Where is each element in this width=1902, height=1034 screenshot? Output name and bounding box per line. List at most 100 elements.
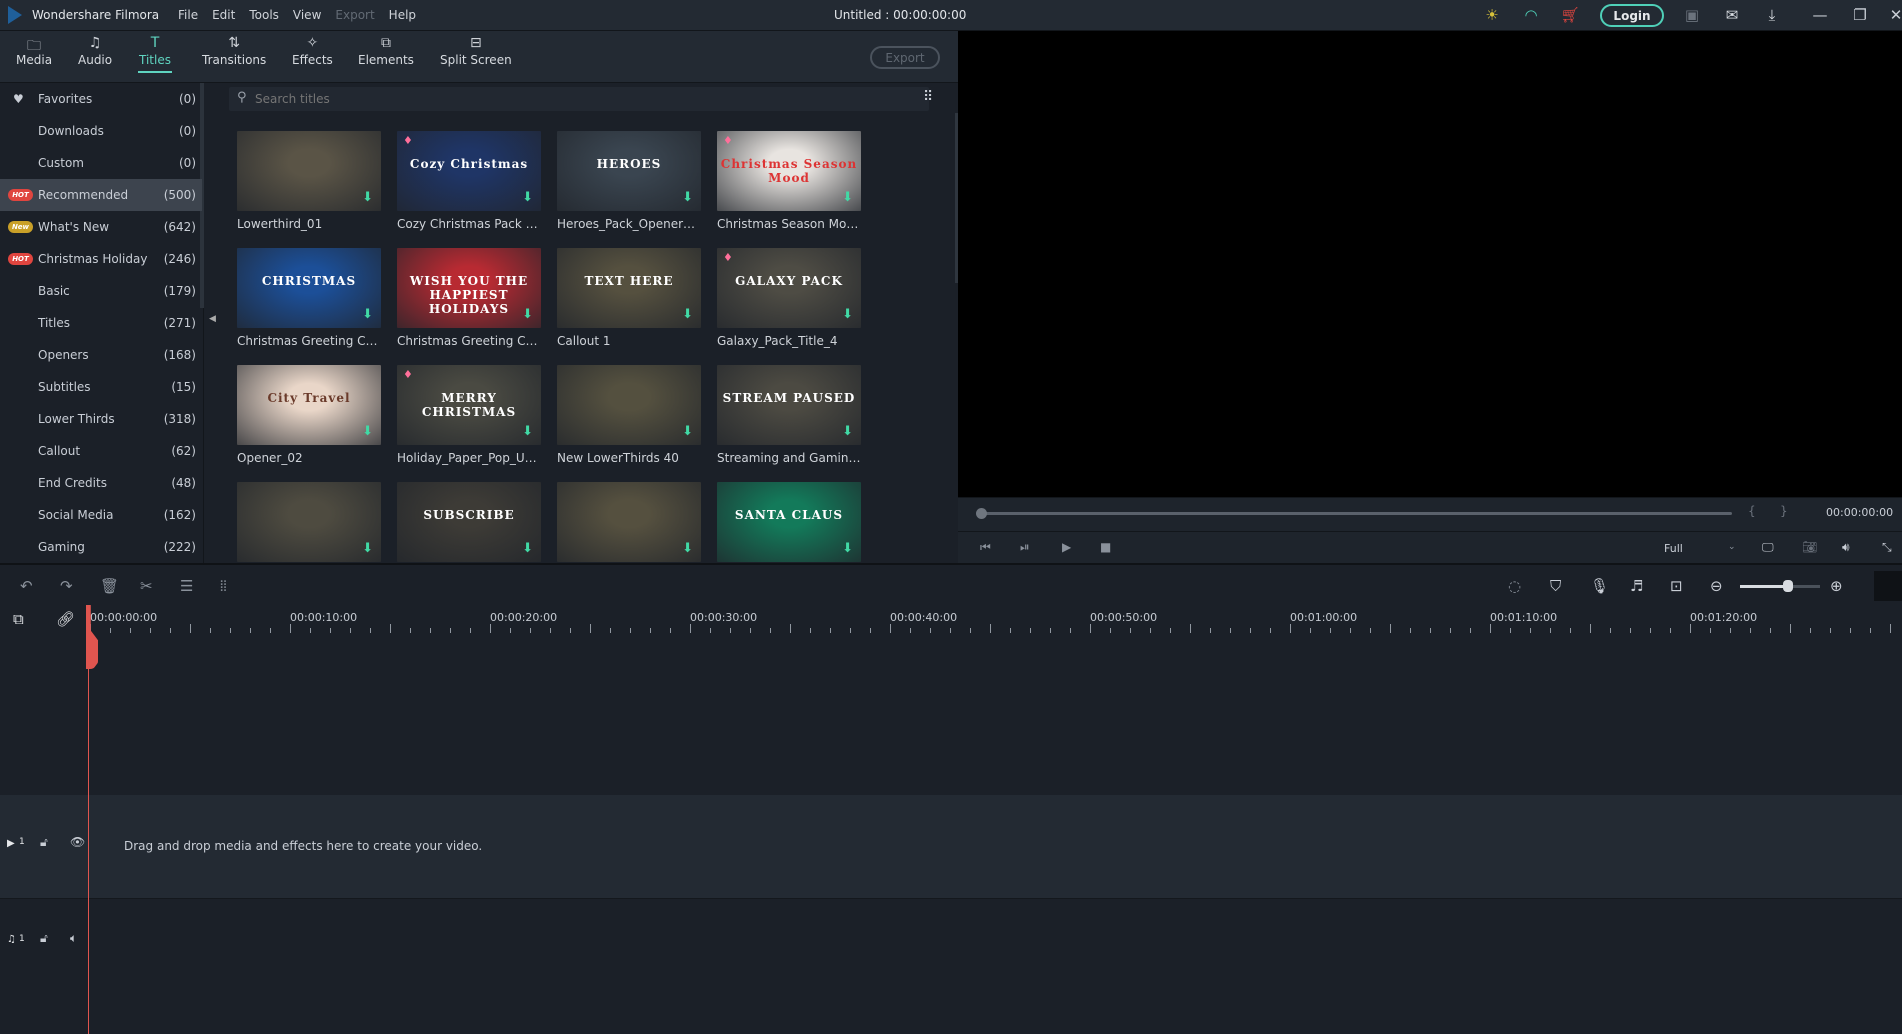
tab-audio[interactable]: ♫ Audio (78, 35, 112, 67)
save-icon[interactable]: ▣ (1682, 6, 1702, 24)
title-thumbnail[interactable]: TEXT HERE ⬇ (557, 248, 701, 328)
lightbulb-icon[interactable]: ☀ (1482, 6, 1502, 24)
title-card[interactable]: City Travel ⬇ Opener_02 (237, 365, 381, 465)
download-icon[interactable]: ⬇ (682, 541, 693, 556)
adjust-icon[interactable]: ☰ (180, 577, 193, 595)
audio-track[interactable]: ♫ 1 🔓︎ 🔈︎ (0, 898, 1902, 968)
marker-icon[interactable]: ⛉ (1550, 577, 1561, 595)
title-card[interactable]: Christmas Season Mood ♦ ⬇ Christmas Season … (717, 131, 861, 231)
download-icon[interactable]: ⬇ (362, 541, 373, 556)
title-thumbnail[interactable]: GALAXY PACK ♦ ⬇ (717, 248, 861, 328)
title-card[interactable]: Cozy Christmas ♦ ⬇ Cozy Christmas Pack Op..… (397, 131, 541, 231)
menu-tools[interactable]: Tools (249, 8, 279, 22)
tab-titles[interactable]: T Titles (138, 35, 172, 73)
title-card[interactable]: CHRISTMAS ⬇ Christmas Greeting Card... (237, 248, 381, 348)
download-icon[interactable]: ⬇ (842, 307, 853, 322)
search-box[interactable]: ⚲ (229, 87, 929, 111)
download-icon[interactable]: ⬇ (522, 424, 533, 439)
menu-export[interactable]: Export (335, 8, 374, 22)
download-icon[interactable]: ⬇ (842, 190, 853, 205)
minimize-icon[interactable]: — (1810, 6, 1830, 24)
mail-icon[interactable]: ✉ (1722, 6, 1742, 24)
title-card[interactable]: ⬇ Lowerthird_01 (237, 131, 381, 231)
sidebar-item-favorites[interactable]: ♥ Favorites (0) (0, 83, 202, 115)
sidebar-item-social-media[interactable]: Social Media (162) (0, 499, 202, 531)
title-card[interactable]: GALAXY PACK ♦ ⬇ Galaxy_Pack_Title_4 (717, 248, 861, 348)
sidebar-item-basic[interactable]: Basic (179) (0, 275, 202, 307)
undo-icon[interactable]: ↶ (20, 577, 33, 595)
play-icon[interactable]: ▶ (1062, 540, 1071, 554)
timeline-zoom-slider[interactable] (1740, 585, 1820, 588)
zoom-in-icon[interactable]: ⊕ (1830, 577, 1843, 595)
sidebar-item-downloads[interactable]: Downloads (0) (0, 115, 202, 147)
login-button[interactable]: Login (1600, 4, 1664, 27)
download-icon[interactable]: ⬇ (682, 190, 693, 205)
add-track-icon[interactable]: ⧉ (13, 610, 24, 628)
mark-in-icon[interactable]: { (1748, 504, 1756, 518)
download-icon[interactable]: ⬇ (362, 190, 373, 205)
sidebar-item-lower-thirds[interactable]: Lower Thirds (318) (0, 403, 202, 435)
title-thumbnail[interactable]: HEROES ⬇ (557, 131, 701, 211)
restore-icon[interactable]: ❐ (1850, 6, 1870, 24)
timeline-ruler[interactable]: 00:00:00:00 00:00:10:00 00:00:20:00 00:00:3… (0, 608, 1902, 638)
title-card[interactable]: MERRY CHRISTMAS ♦ ⬇ Holiday_Paper_Pop_Up_..… (397, 365, 541, 465)
cut-icon[interactable]: ✂ (140, 577, 153, 595)
title-thumbnail[interactable]: CHRISTMAS ⬇ (237, 248, 381, 328)
download-icon[interactable]: ⬇ (362, 424, 373, 439)
title-thumbnail[interactable]: ⬇ (557, 365, 701, 445)
previous-frame-icon[interactable]: ⏮︎ (980, 540, 991, 555)
sidebar-item-callout[interactable]: Callout (62) (0, 435, 202, 467)
display-icon[interactable]: 🖵︎ (1762, 540, 1774, 555)
audio-mixer-icon[interactable]: ♬ (1630, 577, 1643, 595)
sidebar-item-end-credits[interactable]: End Credits (48) (0, 467, 202, 499)
search-input[interactable] (255, 90, 915, 108)
title-thumbnail[interactable]: Cozy Christmas ♦ ⬇ (397, 131, 541, 211)
close-icon[interactable]: ✕ (1886, 6, 1902, 24)
title-thumbnail[interactable]: ⬇ (237, 482, 381, 562)
title-thumbnail[interactable]: STREAM PAUSED ⬇ (717, 365, 861, 445)
preview-progress-slider[interactable] (980, 512, 1732, 515)
sidebar-item-titles[interactable]: Titles (271) (0, 307, 202, 339)
download-icon[interactable]: ⬇ (682, 307, 693, 322)
playhead[interactable] (88, 605, 89, 1034)
title-thumbnail[interactable]: ⬇ (557, 482, 701, 562)
grid-view-icon[interactable]: ⠿ (923, 89, 933, 105)
sidebar-item-custom[interactable]: Custom (0) (0, 147, 202, 179)
menu-help[interactable]: Help (389, 8, 416, 22)
sidebar-item-openers[interactable]: Openers (168) (0, 339, 202, 371)
chevron-down-icon[interactable]: ⌄ (1728, 542, 1736, 552)
export-button[interactable]: Export (870, 46, 940, 69)
sidebar-item-gaming[interactable]: Gaming (222) (0, 531, 202, 563)
download-icon[interactable]: ⬇ (842, 424, 853, 439)
tab-elements[interactable]: ⧉ Elements (358, 35, 414, 67)
link-icon[interactable]: 🔗︎ (56, 610, 75, 628)
sidebar-item-subtitles[interactable]: Subtitles (15) (0, 371, 202, 403)
support-headset-icon[interactable]: ◠ (1521, 6, 1541, 24)
download-icon[interactable]: ⤓ (1762, 6, 1782, 24)
sidebar-item-what-s-new[interactable]: New What's New (642) (0, 211, 202, 243)
download-icon[interactable]: ⬇ (522, 190, 533, 205)
title-card[interactable]: ⬇ New LowerThirds 40 (557, 365, 701, 465)
title-card[interactable]: ⬇ (557, 482, 701, 562)
title-thumbnail[interactable]: MERRY CHRISTMAS ♦ ⬇ (397, 365, 541, 445)
speaker-icon[interactable]: 🔈︎ (70, 931, 77, 946)
quality-select[interactable]: Full (1664, 542, 1683, 555)
sidebar-item-christmas-holiday[interactable]: HOT Christmas Holiday (246) (0, 243, 202, 275)
download-icon[interactable]: ⬇ (682, 424, 693, 439)
title-card[interactable]: WISH YOU THE HAPPIEST HOLIDAYS ⬇ Christmas… (397, 248, 541, 348)
audio-wave-icon[interactable]: ⦙⦙ (220, 577, 227, 595)
render-icon[interactable]: ◌ (1508, 577, 1521, 595)
mark-out-icon[interactable]: } (1780, 504, 1788, 518)
download-icon[interactable]: ⬇ (842, 541, 853, 556)
download-icon[interactable]: ⬇ (522, 541, 533, 556)
redo-icon[interactable]: ↷ (60, 577, 73, 595)
cart-icon[interactable]: 🛒︎ (1560, 6, 1580, 24)
zoom-slider-handle[interactable] (1783, 580, 1793, 592)
menu-file[interactable]: File (178, 8, 198, 22)
title-card[interactable]: ⬇ (237, 482, 381, 562)
title-card[interactable]: STREAM PAUSED ⬇ Streaming and Gaming ... (717, 365, 861, 465)
download-icon[interactable]: ⬇ (362, 307, 373, 322)
title-thumbnail[interactable]: ⬇ (237, 131, 381, 211)
title-thumbnail[interactable]: WISH YOU THE HAPPIEST HOLIDAYS ⬇ (397, 248, 541, 328)
microphone-icon[interactable]: 🎙︎ (1590, 577, 1609, 595)
